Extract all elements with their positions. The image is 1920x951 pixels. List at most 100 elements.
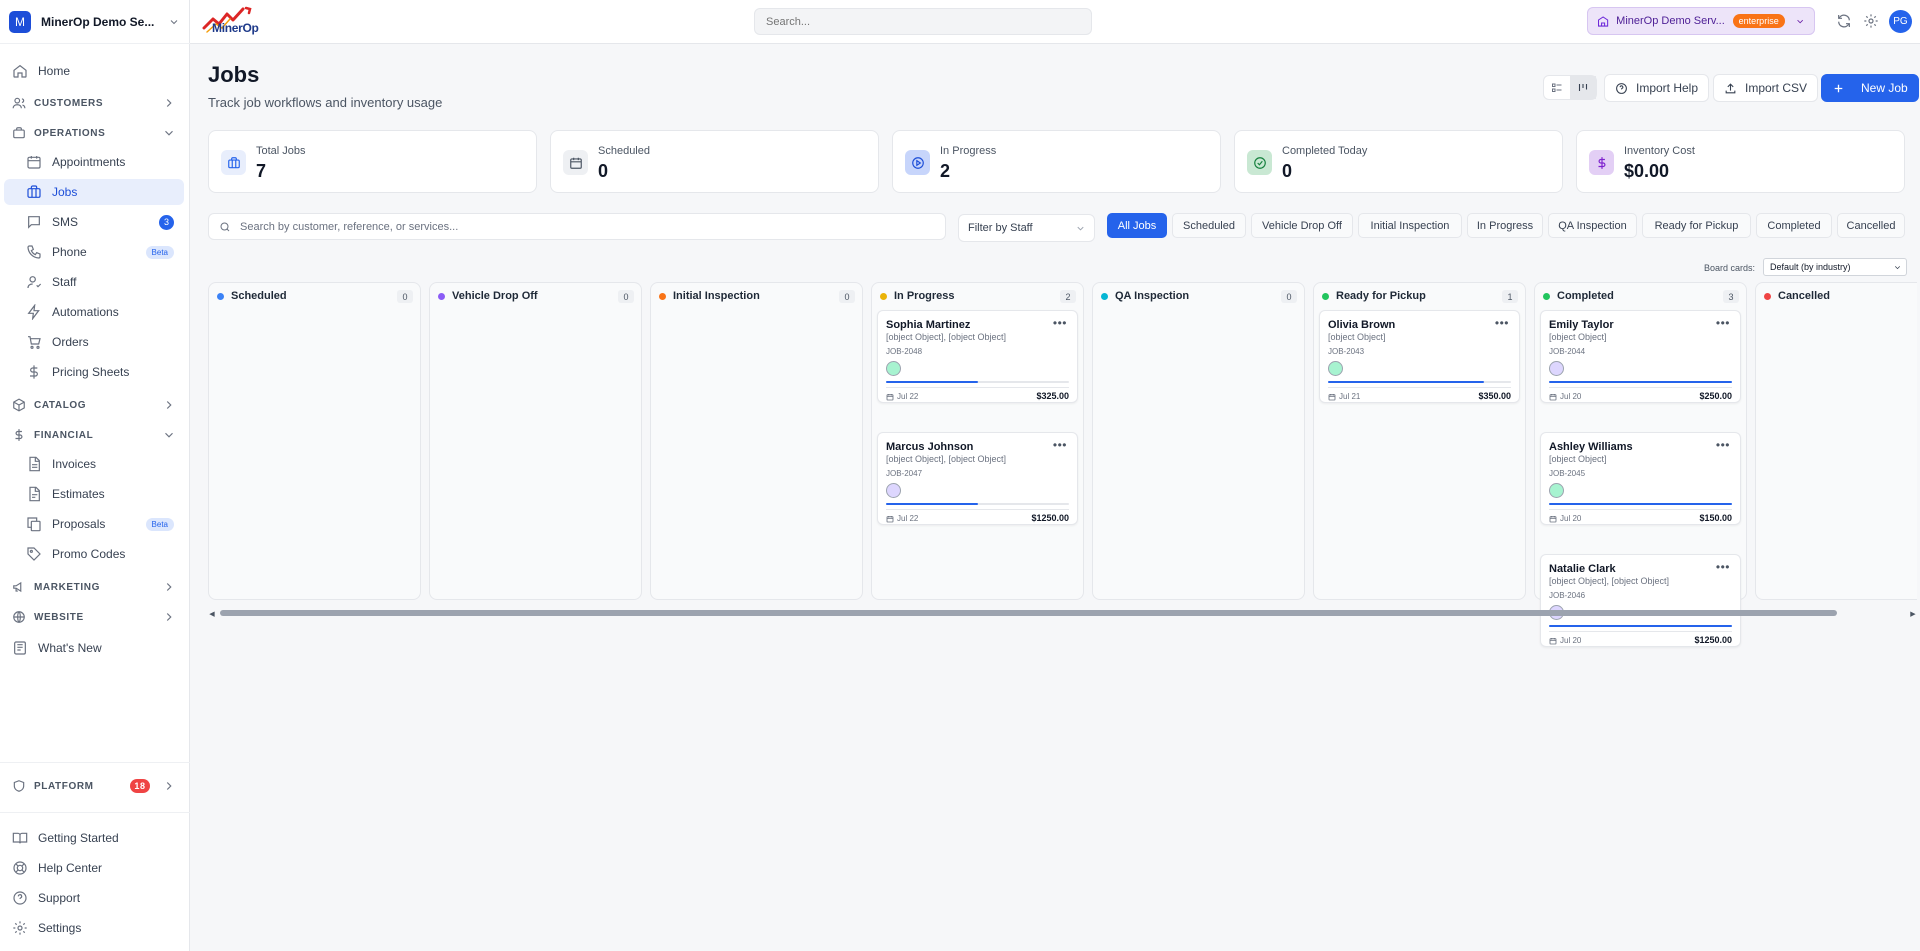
chevron-down-icon bbox=[1077, 226, 1084, 231]
tag-icon bbox=[27, 547, 41, 561]
filter-chip-completed[interactable]: Completed bbox=[1756, 213, 1832, 238]
filter-chip-qa-inspection[interactable]: QA Inspection bbox=[1548, 213, 1637, 238]
card-divider bbox=[886, 387, 1069, 388]
job-card[interactable]: Marcus Johnson [object Object], [object O… bbox=[877, 432, 1078, 525]
sidebar-item-proposals[interactable]: Proposals Beta bbox=[4, 511, 184, 537]
stat-icon bbox=[563, 150, 588, 175]
sidebar-item-pricing-sheets[interactable]: Pricing Sheets bbox=[4, 359, 184, 385]
sidebar-section-website[interactable]: WEBSITE bbox=[4, 605, 184, 629]
sidebar-item-home[interactable]: Home bbox=[4, 58, 184, 84]
sidebar-item-label: Automations bbox=[52, 305, 119, 319]
job-date-text: Jul 22 bbox=[897, 392, 919, 401]
calendar-icon bbox=[1549, 637, 1557, 644]
sidebar-section-operations[interactable]: OPERATIONS bbox=[4, 121, 184, 145]
workspace-switcher[interactable]: M MinerOp Demo Se... bbox=[0, 0, 190, 44]
topbar: MinerOp MinerOp Demo Serv... enterprise … bbox=[190, 0, 1920, 44]
column-header: QA Inspection 0 bbox=[1093, 283, 1304, 307]
sidebar-item-invoices[interactable]: Invoices bbox=[4, 451, 184, 477]
sidebar-section-customers[interactable]: CUSTOMERS bbox=[4, 91, 184, 115]
job-price: $1250.00 bbox=[1694, 635, 1732, 645]
board-view-button[interactable] bbox=[1570, 76, 1596, 99]
scrollbar-thumb[interactable] bbox=[220, 610, 1837, 616]
calendar-icon bbox=[886, 515, 894, 522]
staff-filter-select[interactable]: Filter by Staff bbox=[958, 214, 1095, 242]
sidebar-item-settings[interactable]: Settings bbox=[4, 915, 184, 941]
job-search-input[interactable]: Search by customer, reference, or servic… bbox=[208, 213, 946, 240]
customer-name: Sophia Martinez bbox=[886, 319, 971, 331]
sidebar-item-support[interactable]: Support bbox=[4, 885, 184, 911]
user-avatar[interactable]: PG bbox=[1889, 10, 1912, 33]
sidebar-item-label: Settings bbox=[38, 921, 82, 935]
job-card[interactable]: Olivia Brown [object Object] JOB-2043 ••• Ju… bbox=[1319, 310, 1520, 403]
search-icon bbox=[220, 222, 230, 231]
refresh-icon[interactable] bbox=[1836, 13, 1852, 29]
job-date-text: Jul 22 bbox=[897, 514, 919, 523]
document-icon bbox=[29, 456, 40, 472]
sidebar-item-whats-new[interactable]: What's New bbox=[4, 635, 184, 661]
sidebar-item-help-center[interactable]: Help Center bbox=[4, 855, 184, 881]
section-label: MARKETING bbox=[34, 581, 100, 593]
section-label: CUSTOMERS bbox=[34, 97, 104, 109]
job-card[interactable]: Sophia Martinez [object Object], [object … bbox=[877, 310, 1078, 403]
sidebar-section-catalog[interactable]: CATALOG bbox=[4, 393, 184, 417]
sidebar-item-promo-codes[interactable]: Promo Codes bbox=[4, 541, 184, 567]
sidebar-item-label: Getting Started bbox=[38, 831, 119, 845]
import-csv-button[interactable]: Import CSV bbox=[1713, 74, 1819, 102]
plus-icon bbox=[1834, 84, 1843, 92]
board-cards-select[interactable]: Default (by industry) bbox=[1763, 258, 1907, 276]
more-icon[interactable]: ••• bbox=[1716, 316, 1730, 330]
sidebar-item-label: Invoices bbox=[52, 457, 97, 471]
import-help-button[interactable]: Import Help bbox=[1604, 74, 1710, 102]
more-icon[interactable]: ••• bbox=[1716, 438, 1730, 452]
card-divider bbox=[1328, 387, 1511, 388]
sidebar-item-phone[interactable]: Phone Beta bbox=[4, 239, 184, 265]
sidebar-item-orders[interactable]: Orders bbox=[4, 329, 184, 355]
sidebar-item-getting-started[interactable]: Getting Started bbox=[4, 825, 184, 851]
stat-label: Total Jobs bbox=[256, 145, 306, 157]
column-title: In Progress bbox=[894, 290, 955, 302]
filter-chip-all-jobs[interactable]: All Jobs bbox=[1107, 213, 1167, 238]
stat-value: 7 bbox=[256, 161, 267, 181]
chevron-down-icon bbox=[165, 432, 173, 438]
message-icon bbox=[28, 216, 40, 229]
sidebar-item-staff[interactable]: Staff bbox=[4, 269, 184, 295]
sidebar-section-marketing[interactable]: MARKETING bbox=[4, 575, 184, 599]
filter-chip-vehicle-drop-off[interactable]: Vehicle Drop Off bbox=[1251, 213, 1353, 238]
sms-count-badge: 3 bbox=[159, 214, 174, 230]
copy-icon bbox=[27, 517, 41, 532]
progress-bar bbox=[1328, 381, 1511, 383]
more-icon[interactable]: ••• bbox=[1053, 438, 1067, 452]
stat-in-progress: In Progress 2 bbox=[892, 130, 1221, 193]
more-icon[interactable]: ••• bbox=[1495, 316, 1509, 330]
status-dot bbox=[217, 293, 224, 300]
more-icon[interactable]: ••• bbox=[1053, 316, 1067, 330]
gear-icon[interactable] bbox=[1863, 13, 1879, 29]
column-count: 0 bbox=[1281, 290, 1297, 303]
sidebar-section-platform[interactable]: PLATFORM 18 bbox=[4, 774, 184, 798]
package-icon bbox=[13, 398, 25, 412]
business-switcher[interactable]: MinerOp Demo Serv... enterprise bbox=[1587, 7, 1815, 35]
sidebar-item-appointments[interactable]: Appointments bbox=[4, 149, 184, 175]
sidebar-item-sms[interactable]: SMS 3 bbox=[4, 209, 184, 235]
filter-chip-cancelled[interactable]: Cancelled bbox=[1837, 213, 1905, 238]
sidebar-item-jobs[interactable]: Jobs bbox=[4, 179, 184, 205]
scroll-right-arrow[interactable]: ▶ bbox=[1909, 609, 1917, 618]
job-card[interactable]: Ashley Williams [object Object] JOB-2045 ••… bbox=[1540, 432, 1741, 525]
sidebar-section-financial[interactable]: FINANCIAL bbox=[4, 423, 184, 447]
new-job-button[interactable]: New Job bbox=[1821, 74, 1919, 102]
chevron-right-icon bbox=[166, 782, 172, 790]
home-icon bbox=[13, 64, 27, 78]
list-view-button[interactable] bbox=[1544, 76, 1570, 99]
filter-chip-ready-for-pickup[interactable]: Ready for Pickup bbox=[1642, 213, 1751, 238]
job-card[interactable]: Emily Taylor [object Object] JOB-2044 ••• Ju… bbox=[1540, 310, 1741, 403]
job-card[interactable]: Natalie Clark [object Object], [object Ob… bbox=[1540, 554, 1741, 647]
sidebar-item-estimates[interactable]: Estimates bbox=[4, 481, 184, 507]
filter-chip-initial-inspection[interactable]: Initial Inspection bbox=[1358, 213, 1462, 238]
filter-chip-scheduled[interactable]: Scheduled bbox=[1172, 213, 1246, 238]
filter-chip-in-progress[interactable]: In Progress bbox=[1467, 213, 1543, 238]
scroll-left-arrow[interactable]: ◀ bbox=[208, 609, 216, 618]
sidebar-item-automations[interactable]: Automations bbox=[4, 299, 184, 325]
more-icon[interactable]: ••• bbox=[1716, 560, 1730, 574]
global-search-input[interactable] bbox=[754, 8, 1092, 35]
board-horizontal-scrollbar[interactable]: ◀ ▶ bbox=[208, 609, 1917, 618]
